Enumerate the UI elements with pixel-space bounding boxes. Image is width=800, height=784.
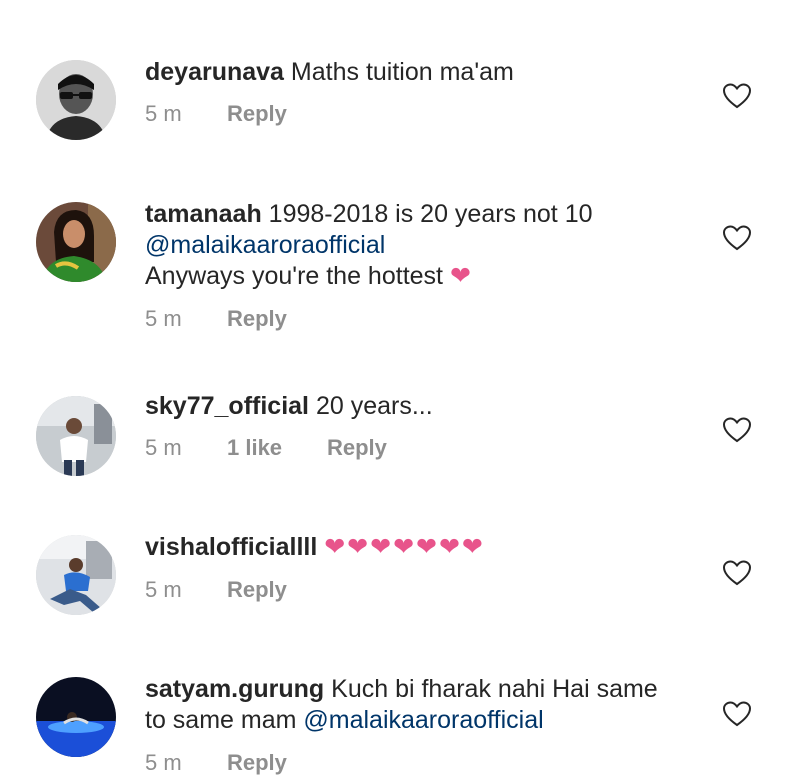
comment-body-line: Anyways you're the hottest xyxy=(145,262,443,290)
man-standing-avatar-icon xyxy=(36,396,116,476)
comment-text: sky77_official 20 years... xyxy=(145,391,705,422)
comment-body: 20 years... xyxy=(309,392,433,420)
avatar[interactable] xyxy=(36,677,116,757)
comment-time: 5 m xyxy=(145,306,182,331)
comment-text: tamanaah 1998-2018 is 20 years not 10 @m… xyxy=(145,199,705,292)
comment-body: Maths tuition ma'am xyxy=(283,58,514,86)
man-sitting-avatar-icon xyxy=(36,535,116,615)
heart-outline-icon xyxy=(722,560,752,586)
comment-time: 5 m xyxy=(145,750,182,775)
avatar[interactable] xyxy=(36,396,116,476)
reply-button[interactable]: Reply xyxy=(227,577,287,603)
like-heart-button[interactable] xyxy=(722,416,752,444)
man-sunglasses-avatar-icon xyxy=(36,60,116,140)
likes-count[interactable]: 1 like xyxy=(227,435,327,461)
reply-button[interactable]: Reply xyxy=(227,101,287,127)
comment-body: 1998-2018 is 20 years not 10 xyxy=(261,200,593,228)
woman-selfie-avatar-icon xyxy=(36,202,116,282)
comment-text: satyam.gurung Kuch bi fharak nahi Hai sa… xyxy=(145,674,705,736)
reply-button[interactable]: Reply xyxy=(327,435,387,461)
like-heart-button[interactable] xyxy=(722,224,752,252)
mention-link[interactable]: @malaikaaroraofficial xyxy=(303,706,543,734)
avatar[interactable] xyxy=(36,60,116,140)
comment-meta: 5 m Reply xyxy=(145,577,287,603)
heart-outline-icon xyxy=(722,417,752,443)
comment-meta: 5 m 1 like Reply xyxy=(145,435,387,461)
heart-outline-icon xyxy=(722,83,752,109)
comment-username[interactable]: deyarunava xyxy=(145,58,284,86)
heart-outline-icon xyxy=(722,701,752,727)
reply-button[interactable]: Reply xyxy=(227,306,287,332)
like-heart-button[interactable] xyxy=(722,700,752,728)
avatar[interactable] xyxy=(36,535,116,615)
like-heart-button[interactable] xyxy=(722,82,752,110)
comment-username[interactable]: satyam.gurung xyxy=(145,675,324,703)
heart-outline-icon xyxy=(722,225,752,251)
comment-username[interactable]: tamanaah xyxy=(145,200,262,228)
avatar[interactable] xyxy=(36,202,116,282)
comment-time: 5 m xyxy=(145,101,182,126)
comment-body-line: to same mam xyxy=(145,706,304,734)
comment-time: 5 m xyxy=(145,577,182,602)
comment-text: vishalofficiallll ❤❤❤❤❤❤❤ xyxy=(145,532,705,563)
comment-meta: 5 m Reply xyxy=(145,101,287,127)
comment-username[interactable]: vishalofficiallll xyxy=(145,533,317,561)
heart-emoji-icon: ❤ xyxy=(449,262,471,290)
comment-body: Kuch bi fharak nahi Hai same xyxy=(324,675,658,703)
comment-text: deyarunava Maths tuition ma'am xyxy=(145,57,705,88)
like-heart-button[interactable] xyxy=(722,559,752,587)
comment-username[interactable]: sky77_official xyxy=(145,392,309,420)
comment-meta: 5 m Reply xyxy=(145,750,287,776)
comment-meta: 5 m Reply xyxy=(145,306,287,332)
reply-button[interactable]: Reply xyxy=(227,750,287,776)
comment-time: 5 m xyxy=(145,435,182,460)
pool-night-avatar-icon xyxy=(36,677,116,757)
heart-emoji-icon: ❤❤❤❤❤❤❤ xyxy=(324,533,485,561)
mention-link[interactable]: @malaikaaroraofficial xyxy=(145,231,385,259)
